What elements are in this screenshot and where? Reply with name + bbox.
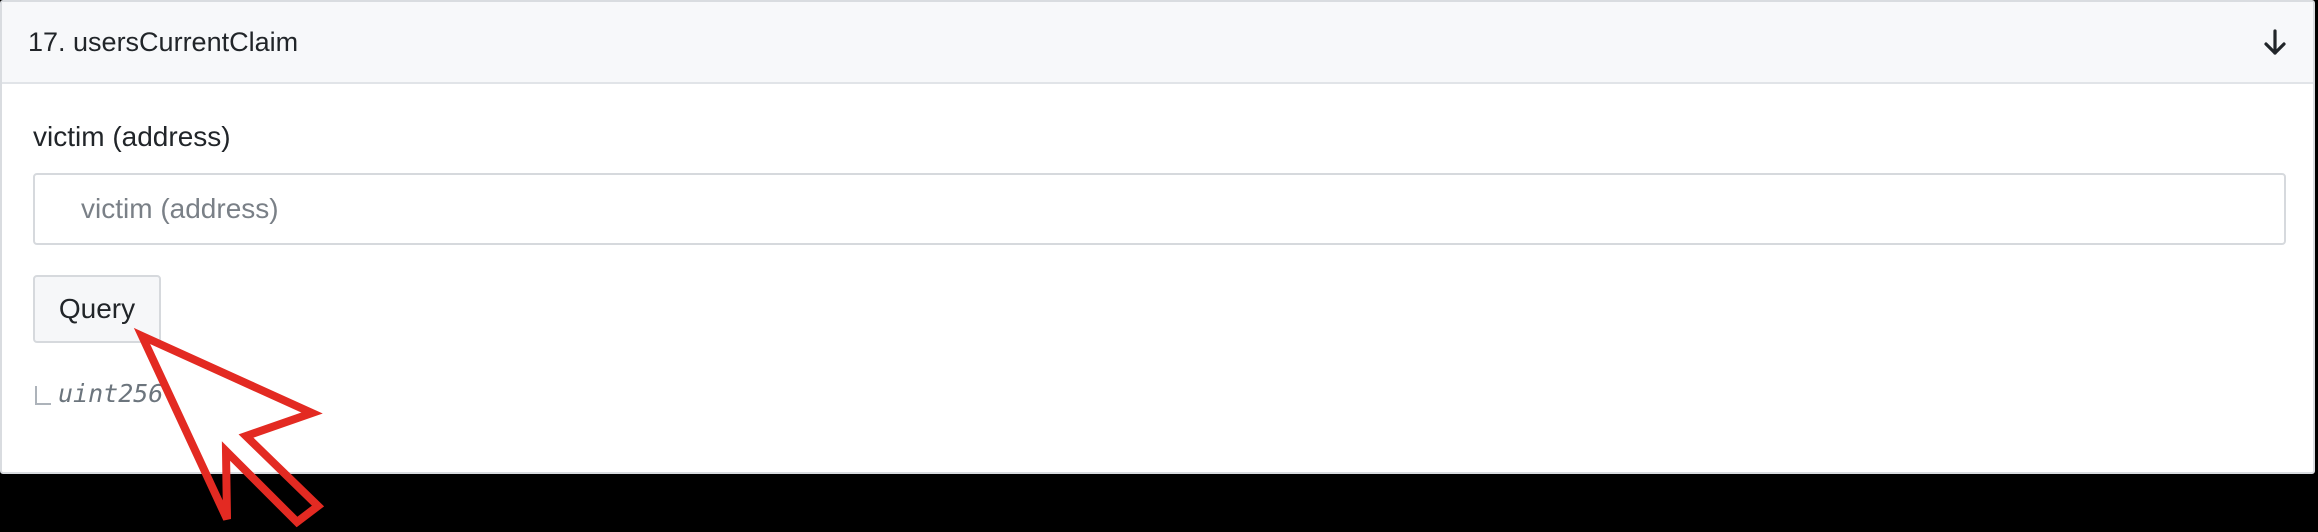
arrow-down-icon[interactable] [2261, 28, 2289, 58]
method-title: 17. usersCurrentClaim [28, 27, 299, 57]
result-type: uint256 [58, 379, 164, 408]
method-card: 17. usersCurrentClaim victim (address) Q… [0, 0, 2315, 474]
method-header[interactable]: 17. usersCurrentClaim [2, 2, 2313, 84]
victim-address-label: victim (address) [33, 121, 231, 152]
screenshot-stage: 17. usersCurrentClaim victim (address) Q… [0, 0, 2318, 532]
victim-address-input[interactable] [33, 173, 2286, 245]
result-branch-icon [35, 386, 51, 405]
query-button[interactable]: Query [33, 275, 161, 343]
